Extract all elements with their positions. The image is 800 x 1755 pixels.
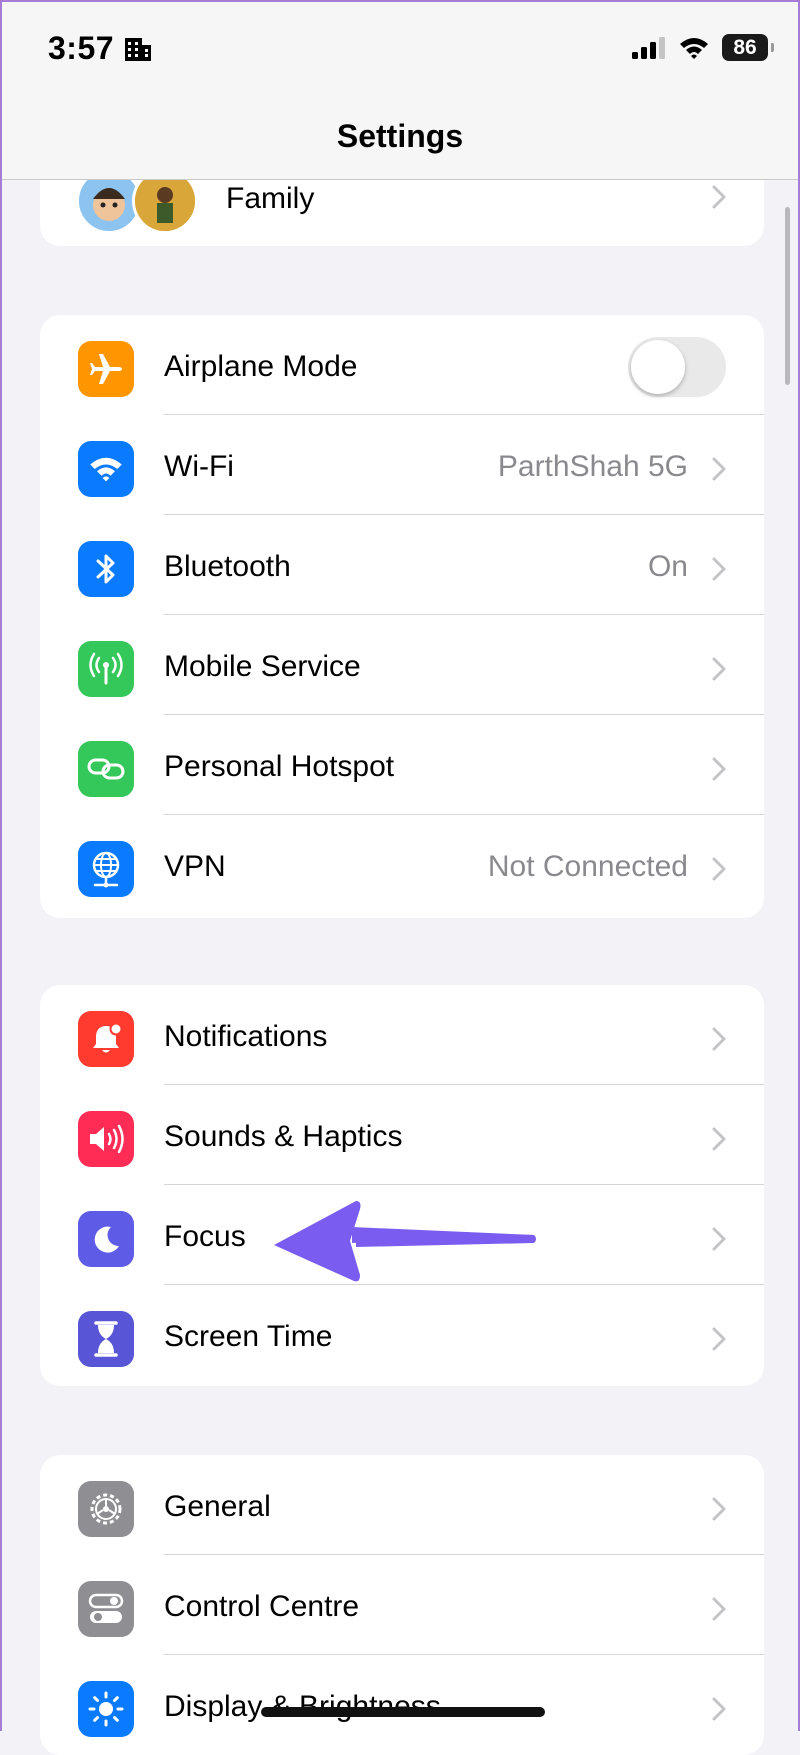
mobile-service-row[interactable]: Mobile Service: [40, 615, 764, 715]
wifi-label: Wi-Fi: [164, 450, 234, 483]
chevron-right-icon: [712, 1127, 726, 1151]
airplane-mode-label: Airplane Mode: [164, 350, 358, 383]
airplane-mode-toggle[interactable]: [628, 337, 726, 397]
bluetooth-row[interactable]: Bluetooth On: [40, 515, 764, 615]
home-indicator[interactable]: [261, 1707, 545, 1717]
chevron-right-icon: [712, 1327, 726, 1351]
control-centre-row[interactable]: Control Centre: [40, 1555, 764, 1655]
link-icon: [78, 741, 134, 797]
general-row[interactable]: General: [40, 1455, 764, 1555]
chevron-right-icon: [712, 1697, 726, 1721]
antenna-icon: [78, 641, 134, 697]
toggle-knob: [631, 340, 685, 394]
cellular-signal-icon: [632, 36, 665, 59]
mobile-service-label: Mobile Service: [164, 650, 361, 683]
hourglass-icon: [78, 1311, 134, 1367]
vpn-label: VPN: [164, 850, 226, 883]
general-label: General: [164, 1490, 271, 1523]
personal-hotspot-row[interactable]: Personal Hotspot: [40, 715, 764, 815]
sounds-haptics-row[interactable]: Sounds & Haptics: [40, 1085, 764, 1185]
battery-indicator: 86: [722, 34, 774, 61]
notifications-row[interactable]: Notifications: [40, 985, 764, 1085]
display-brightness-row[interactable]: Display & Brightness: [40, 1655, 764, 1755]
chevron-right-icon: [712, 757, 726, 781]
wifi-row[interactable]: Wi-Fi ParthShah 5G: [40, 415, 764, 515]
screen-time-row[interactable]: Screen Time: [40, 1285, 764, 1385]
notifications-label: Notifications: [164, 1020, 328, 1053]
sun-icon: [78, 1681, 134, 1737]
chevron-right-icon: [712, 857, 726, 881]
wifi-icon: [78, 441, 134, 497]
gear-icon: [78, 1481, 134, 1537]
scrollbar[interactable]: [785, 207, 790, 385]
bluetooth-label: Bluetooth: [164, 550, 291, 583]
airplane-icon: [78, 341, 134, 397]
attention-group: Notifications Sounds & Haptics Focus Scr…: [40, 985, 764, 1386]
vpn-row[interactable]: VPN Not Connected: [40, 815, 764, 915]
chevron-right-icon: [712, 1597, 726, 1621]
vpn-value: Not Connected: [487, 850, 688, 883]
annotation-arrow-icon: [274, 1201, 536, 1282]
chevron-right-icon: [712, 657, 726, 681]
chevron-right-icon: [712, 457, 726, 481]
status-time: 3:57: [48, 30, 115, 66]
chevron-right-icon: [712, 557, 726, 581]
wifi-status-icon: [680, 37, 708, 59]
screen-time-label: Screen Time: [164, 1320, 333, 1353]
page-title: Settings: [336, 118, 464, 154]
bell-icon: [78, 1011, 134, 1067]
sounds-haptics-label: Sounds & Haptics: [164, 1120, 403, 1153]
personal-hotspot-label: Personal Hotspot: [164, 750, 395, 783]
globe-icon: [78, 841, 134, 897]
family-label: Family: [226, 182, 315, 215]
moon-icon: [78, 1211, 134, 1267]
nav-header: 3:57 86 Settings: [2, 2, 798, 180]
chevron-right-icon: [712, 1227, 726, 1251]
toggles-icon: [78, 1581, 134, 1637]
control-centre-label: Control Centre: [164, 1590, 360, 1623]
speaker-icon: [78, 1111, 134, 1167]
airplane-mode-row[interactable]: Airplane Mode: [40, 315, 764, 415]
chevron-right-icon: [712, 1027, 726, 1051]
bluetooth-icon: [78, 541, 134, 597]
bluetooth-value: On: [647, 550, 688, 583]
chevron-right-icon: [712, 1497, 726, 1521]
focus-label: Focus: [164, 1220, 246, 1253]
building-icon: [125, 38, 151, 61]
chevron-right-icon: [712, 185, 726, 209]
wifi-value: ParthShah 5G: [497, 450, 688, 483]
connectivity-group: Airplane Mode Wi-Fi ParthShah 5G Bluetoo…: [40, 315, 764, 918]
